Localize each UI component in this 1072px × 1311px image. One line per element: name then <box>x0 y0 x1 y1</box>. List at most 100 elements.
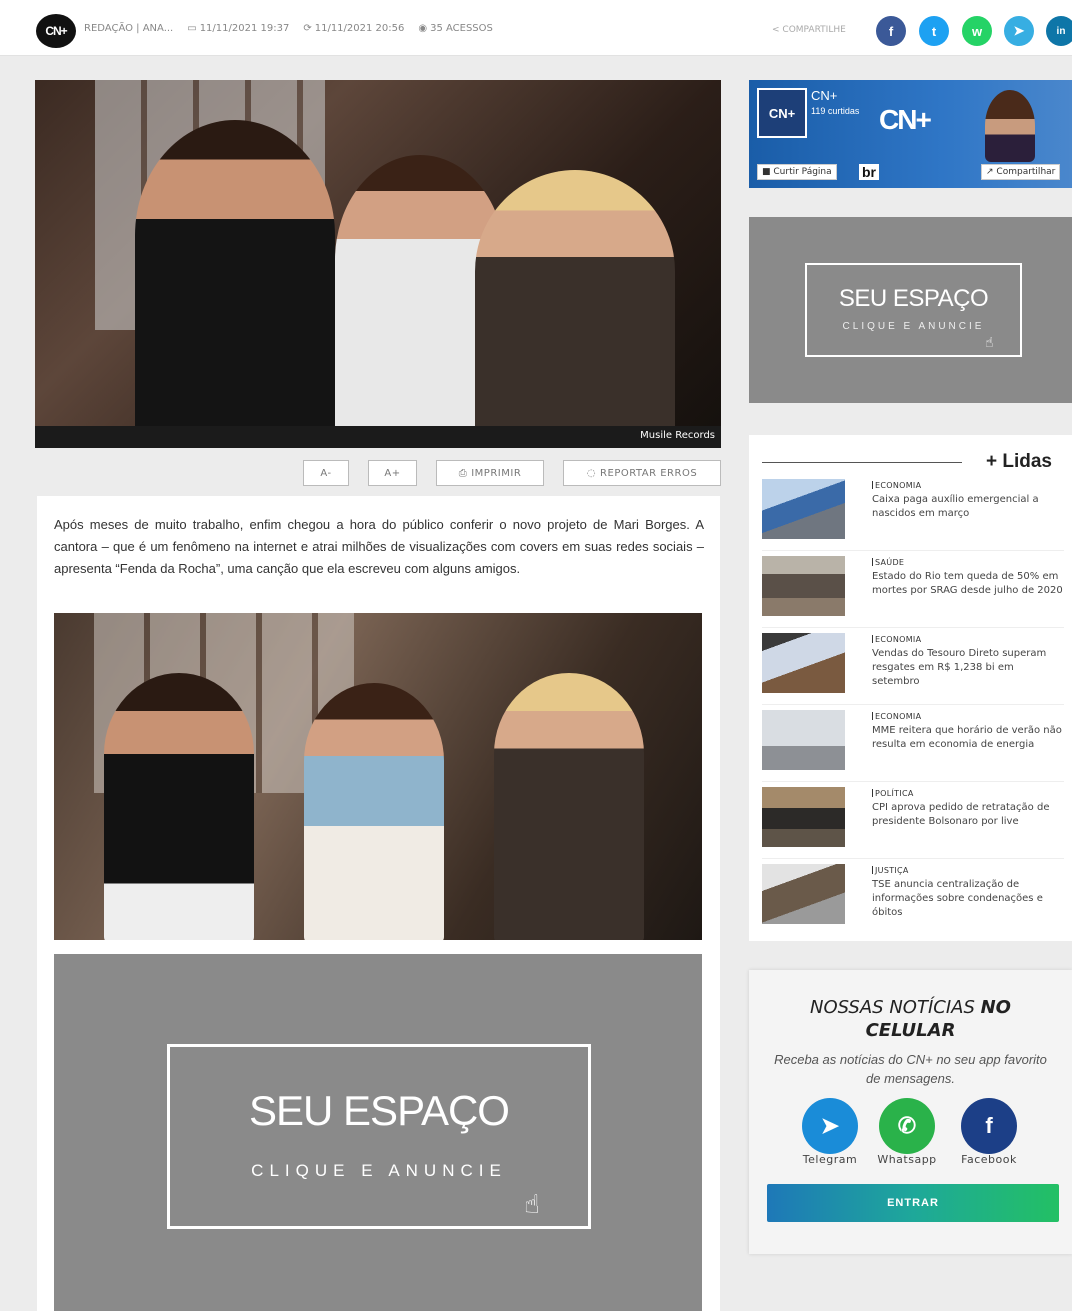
linkedin-share-button[interactable]: in <box>1046 16 1072 46</box>
news-title[interactable]: MME reitera que horário de verão não res… <box>872 724 1064 752</box>
page-name[interactable]: CN+ <box>811 88 837 103</box>
article-paragraph: Após meses de muito trabalho, enfim cheg… <box>54 517 704 576</box>
like-page-button[interactable]: ■ Curtir Página <box>757 164 837 180</box>
mobile-news-heading: NOSSAS NOTÍCIAS NO CELULAR <box>749 996 1072 1042</box>
article-body: Após meses de muito trabalho, enfim cheg… <box>37 496 720 1311</box>
ad-title: SEU ESPAÇO <box>838 285 989 312</box>
article-meta: REDAÇÃO | ANA... ▭ 11/11/2021 19:37 ⟳ 11… <box>84 23 493 34</box>
most-read-item[interactable]: ECONOMIA Vendas do Tesouro Direto supera… <box>762 633 1064 705</box>
share-label: < COMPARTILHE <box>772 25 846 35</box>
print-button[interactable]: ⎙ IMPRIMIR <box>436 460 544 486</box>
hand-cursor-icon: ☝ <box>985 335 994 351</box>
facebook-icon: ■ <box>762 167 771 177</box>
most-read-heading: + Lidas <box>986 451 1052 472</box>
news-title[interactable]: Caixa paga auxílio emergencial a nascido… <box>872 493 1064 521</box>
telegram-button[interactable]: ➤ <box>802 1098 858 1154</box>
news-category[interactable]: ECONOMIA <box>872 481 921 490</box>
facebook-label[interactable]: Facebook <box>944 1153 1034 1166</box>
whatsapp-icon: ✆ <box>897 1113 917 1138</box>
photo-credit: Musile Records <box>35 426 721 448</box>
font-decrease-button[interactable]: A- <box>303 460 349 486</box>
person-right <box>475 170 675 448</box>
news-category[interactable]: SAÚDE <box>872 558 904 567</box>
twitter-share-button[interactable]: t <box>919 16 949 46</box>
cover-brand-suffix: br <box>859 164 879 180</box>
updated-date-text: 11/11/2021 20:56 <box>314 23 405 34</box>
news-category[interactable]: JUSTIÇA <box>872 866 909 875</box>
cover-brand: CN+ <box>879 104 932 135</box>
news-category[interactable]: ECONOMIA <box>872 635 921 644</box>
comment-icon: ◌ <box>586 467 597 479</box>
heading-rule <box>762 462 962 463</box>
enter-button[interactable]: ENTRAR <box>767 1184 1059 1222</box>
facebook-button[interactable]: f <box>961 1098 1017 1154</box>
telegram-icon: ➤ <box>1013 23 1025 38</box>
article-meta-bar: CN+ REDAÇÃO | ANA... ▭ 11/11/2021 19:37 … <box>0 0 1072 56</box>
share-page-button[interactable]: ↗ Compartilhar <box>981 164 1061 180</box>
singer-right <box>494 673 644 940</box>
share-arrow-icon: ↗ <box>986 167 994 177</box>
most-read-item[interactable]: POLÍTICA CPI aprova pedido de retratação… <box>762 787 1064 859</box>
news-thumbnail[interactable] <box>762 864 845 924</box>
article-photo <box>54 613 702 940</box>
twitter-icon: t <box>931 23 937 39</box>
facebook-share-button[interactable]: f <box>876 16 906 46</box>
most-read-item[interactable]: SAÚDE Estado do Rio tem queda de 50% em … <box>762 556 1064 628</box>
like-page-label: Curtir Página <box>773 167 832 177</box>
ad-subtitle: CLIQUE E ANUNCIE <box>251 1161 507 1180</box>
most-read-item[interactable]: ECONOMIA MME reitera que horário de verã… <box>762 710 1064 782</box>
facebook-icon: f <box>888 23 894 39</box>
mobile-news-description: Receba as notícias do CN+ no seu app fav… <box>774 1052 1047 1086</box>
whatsapp-icon: w <box>971 23 983 39</box>
cover-person <box>985 90 1035 162</box>
view-count-text: 35 ACESSOS <box>430 23 493 34</box>
whatsapp-share-button[interactable]: w <box>962 16 992 46</box>
singer-left <box>104 673 254 940</box>
whatsapp-button[interactable]: ✆ <box>879 1098 935 1154</box>
heading-part-3: CELULAR <box>865 1020 956 1041</box>
facebook-page-widget[interactable]: CN+ CN+ 119 curtidas CN+ ■ Curtir Página… <box>749 80 1072 188</box>
facebook-icon: f <box>985 1113 993 1138</box>
author-avatar: CN+ <box>36 14 76 48</box>
heading-part-1: NOSSAS NOTÍCIAS <box>810 997 975 1018</box>
news-thumbnail[interactable] <box>762 633 845 693</box>
news-title[interactable]: CPI aprova pedido de retratação de presi… <box>872 801 1064 829</box>
updated-date: ⟳ 11/11/2021 20:56 <box>303 23 404 34</box>
print-label: IMPRIMIR <box>471 467 522 479</box>
news-title[interactable]: Estado do Rio tem queda de 50% em mortes… <box>872 570 1064 598</box>
eye-icon: ◉ <box>418 23 428 34</box>
news-thumbnail[interactable] <box>762 710 845 770</box>
page-likes: 119 curtidas <box>811 106 860 116</box>
report-errors-button[interactable]: ◌ REPORTAR ERROS <box>563 460 721 486</box>
heading-part-2: NO <box>980 997 1011 1018</box>
news-title[interactable]: TSE anuncia centralização de informações… <box>872 878 1064 920</box>
mobile-news-widget: NOSSAS NOTÍCIAS NO CELULAR Receba as not… <box>749 970 1072 1254</box>
ad-subtitle: CLIQUE E ANUNCIE <box>842 321 985 332</box>
telegram-share-button[interactable]: ➤ <box>1004 16 1034 46</box>
news-thumbnail[interactable] <box>762 556 845 616</box>
most-read-widget: + Lidas ECONOMIA Caixa paga auxílio emer… <box>749 435 1072 941</box>
news-title[interactable]: Vendas do Tesouro Direto superam resgate… <box>872 647 1064 689</box>
most-read-item[interactable]: ECONOMIA Caixa paga auxílio emergencial … <box>762 479 1064 551</box>
telegram-icon: ➤ <box>820 1113 840 1138</box>
published-date: ▭ 11/11/2021 19:37 <box>187 23 289 34</box>
most-read-item[interactable]: JUSTIÇA TSE anuncia centralização de inf… <box>762 864 1064 936</box>
ad-banner-sidebar[interactable]: SEU ESPAÇO CLIQUE E ANUNCIE ☝ <box>749 217 1072 403</box>
whatsapp-label[interactable]: Whatsapp <box>862 1153 952 1166</box>
author-name[interactable]: REDAÇÃO | ANA... <box>84 23 173 34</box>
hand-cursor-icon: ☝ <box>524 1190 540 1220</box>
person-left <box>135 120 335 448</box>
hero-photo <box>35 80 721 448</box>
news-category[interactable]: POLÍTICA <box>872 789 914 798</box>
font-increase-button[interactable]: A+ <box>368 460 417 486</box>
linkedin-icon: in <box>1056 25 1066 37</box>
ad-banner-large[interactable]: SEU ESPAÇO CLIQUE E ANUNCIE ☝ <box>54 954 702 1311</box>
news-thumbnail[interactable] <box>762 479 845 539</box>
ad-title: SEU ESPAÇO <box>249 1087 510 1134</box>
news-category[interactable]: ECONOMIA <box>872 712 921 721</box>
refresh-icon: ⟳ <box>303 23 312 34</box>
share-page-label: Compartilhar <box>996 167 1056 177</box>
view-count: ◉ 35 ACESSOS <box>418 23 493 34</box>
news-thumbnail[interactable] <box>762 787 845 847</box>
share-icon: < <box>772 25 780 35</box>
